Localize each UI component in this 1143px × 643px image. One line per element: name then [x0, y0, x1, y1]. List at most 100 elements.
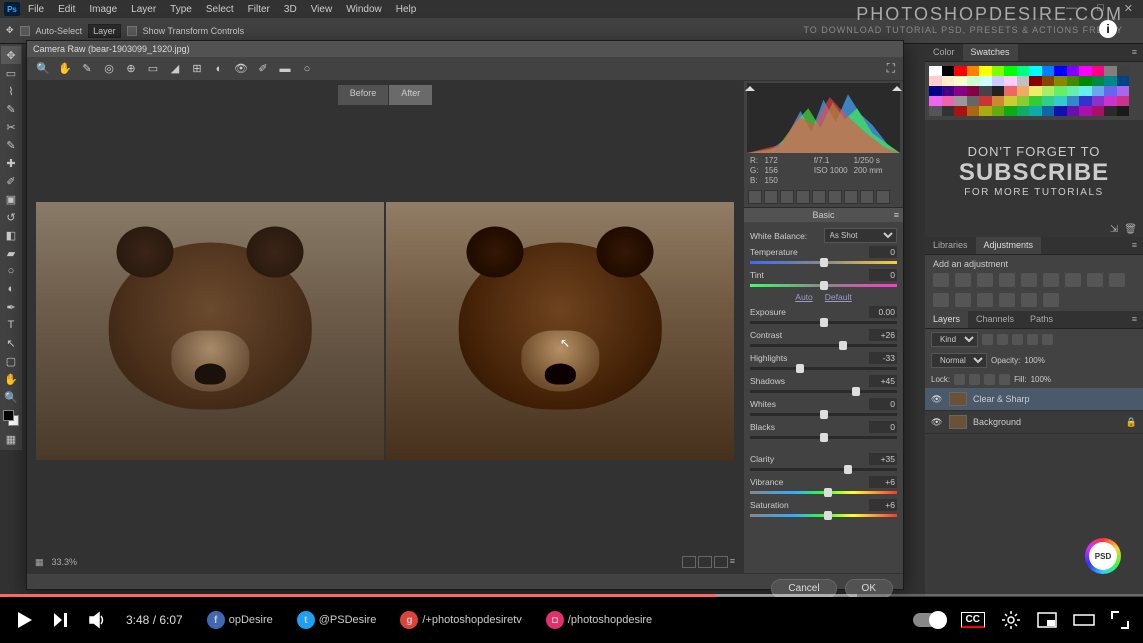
view-split-h-icon[interactable] — [698, 556, 712, 568]
swatch[interactable] — [1079, 106, 1092, 116]
whites-value[interactable]: 0 — [869, 398, 897, 410]
libraries-tab[interactable]: Libraries — [925, 237, 976, 254]
swatch[interactable] — [967, 106, 980, 116]
swatch[interactable] — [1029, 76, 1042, 86]
swatch[interactable] — [979, 96, 992, 106]
swatches-tab[interactable]: Swatches — [963, 44, 1018, 61]
split-panel-icon[interactable] — [812, 190, 826, 204]
menu-file[interactable]: File — [22, 4, 50, 15]
channels-tab[interactable]: Channels — [968, 311, 1022, 328]
menu-filter[interactable]: Filter — [242, 4, 276, 15]
swatch[interactable] — [992, 96, 1005, 106]
temperature-value[interactable]: 0 — [869, 246, 897, 258]
swatch[interactable] — [1092, 96, 1105, 106]
menu-image[interactable]: Image — [83, 4, 123, 15]
hue-adj-icon[interactable] — [1043, 273, 1059, 287]
swatch[interactable] — [1092, 86, 1105, 96]
swatch[interactable] — [992, 106, 1005, 116]
swatch[interactable] — [942, 106, 955, 116]
bw-adj-icon[interactable] — [1065, 273, 1081, 287]
move-tool[interactable]: ✥ — [1, 46, 21, 64]
filter-adj-icon[interactable] — [997, 334, 1008, 345]
adjustments-tab[interactable]: Adjustments — [976, 237, 1042, 254]
info-button[interactable]: i — [1099, 20, 1117, 38]
tint-slider[interactable] — [750, 284, 897, 287]
quick-select-tool[interactable]: ✎ — [1, 100, 21, 118]
fullscreen-button[interactable] — [1111, 611, 1129, 629]
view-split-v-icon[interactable] — [714, 556, 728, 568]
clarity-value[interactable]: +35 — [869, 453, 897, 465]
healing-tool[interactable]: ✚ — [1, 154, 21, 172]
swatch[interactable] — [967, 96, 980, 106]
swatch[interactable] — [1017, 86, 1030, 96]
panel-menu-icon[interactable]: ≡ — [1126, 237, 1143, 254]
layer-thumbnail[interactable] — [949, 392, 967, 406]
highlights-value[interactable]: -33 — [869, 352, 897, 364]
settings-button[interactable] — [1001, 610, 1021, 630]
blur-tool[interactable]: ○ — [1, 262, 21, 280]
lock-pixels-icon[interactable] — [969, 374, 980, 385]
view-single-icon[interactable] — [682, 556, 696, 568]
swatch[interactable] — [979, 106, 992, 116]
swatch[interactable] — [967, 86, 980, 96]
after-tab[interactable]: After — [389, 85, 432, 105]
contrast-value[interactable]: +26 — [869, 329, 897, 341]
fill-value[interactable]: 100% — [1031, 375, 1051, 384]
swatch[interactable] — [1079, 76, 1092, 86]
exposure-slider[interactable] — [750, 321, 897, 324]
filter-type-icon[interactable] — [1012, 334, 1023, 345]
swatch[interactable] — [1004, 66, 1017, 76]
collapse-icon[interactable]: ⇲ — [1110, 224, 1118, 235]
swatch[interactable] — [1104, 86, 1117, 96]
blend-mode-dropdown[interactable]: Normal — [931, 353, 987, 368]
swatch[interactable] — [929, 66, 942, 76]
selective-color-adj-icon[interactable] — [1043, 293, 1059, 307]
cr-targeted-tool[interactable]: ⊕ — [123, 61, 139, 77]
swatch[interactable] — [1004, 86, 1017, 96]
clarity-slider[interactable] — [750, 468, 897, 471]
zoom-tool[interactable]: 🔍 — [1, 388, 21, 406]
swatch[interactable] — [1029, 86, 1042, 96]
cr-straighten-tool[interactable]: ◢ — [167, 61, 183, 77]
swatch[interactable] — [954, 66, 967, 76]
menu-3d[interactable]: 3D — [278, 4, 303, 15]
captions-button[interactable]: CC — [961, 612, 985, 628]
swatch[interactable] — [1067, 96, 1080, 106]
swatch[interactable] — [1104, 66, 1117, 76]
cr-crop-tool[interactable]: ▭ — [145, 61, 161, 77]
opacity-value[interactable]: 100% — [1024, 356, 1044, 365]
swatch[interactable] — [1029, 66, 1042, 76]
menu-select[interactable]: Select — [200, 4, 240, 15]
swatch[interactable] — [1017, 106, 1030, 116]
play-button[interactable] — [14, 610, 34, 630]
marquee-tool[interactable]: ▭ — [1, 64, 21, 82]
cr-grad-filter-tool[interactable]: ▬ — [277, 61, 293, 77]
swatch[interactable] — [1042, 86, 1055, 96]
swatch[interactable] — [1004, 96, 1017, 106]
lock-all-icon[interactable] — [999, 374, 1010, 385]
swatch[interactable] — [1004, 76, 1017, 86]
visibility-icon[interactable]: 👁 — [931, 417, 943, 428]
swatch[interactable] — [942, 66, 955, 76]
trash-icon[interactable]: 🗑 — [1124, 224, 1137, 235]
layer-name[interactable]: Background — [973, 417, 1120, 427]
swatch[interactable] — [1067, 86, 1080, 96]
swatch[interactable] — [1029, 106, 1042, 116]
cr-color-sampler-tool[interactable]: ◎ — [101, 61, 117, 77]
swatch[interactable] — [1017, 76, 1030, 86]
lasso-tool[interactable]: ⌇ — [1, 82, 21, 100]
exposure-value[interactable]: 0.00 — [869, 306, 897, 318]
menu-window[interactable]: Window — [340, 4, 388, 15]
swatch[interactable] — [1117, 76, 1130, 86]
lock-position-icon[interactable] — [984, 374, 995, 385]
exposure-adj-icon[interactable] — [999, 273, 1015, 287]
swatch[interactable] — [1017, 96, 1030, 106]
move-tool-icon[interactable]: ✥ — [6, 25, 14, 36]
swatch[interactable] — [1054, 106, 1067, 116]
crop-tool[interactable]: ✂ — [1, 118, 21, 136]
menu-type[interactable]: Type — [164, 4, 198, 15]
detail-panel-icon[interactable] — [780, 190, 794, 204]
swatch[interactable] — [1017, 66, 1030, 76]
swatch[interactable] — [929, 76, 942, 86]
layer-thumbnail[interactable] — [949, 415, 967, 429]
